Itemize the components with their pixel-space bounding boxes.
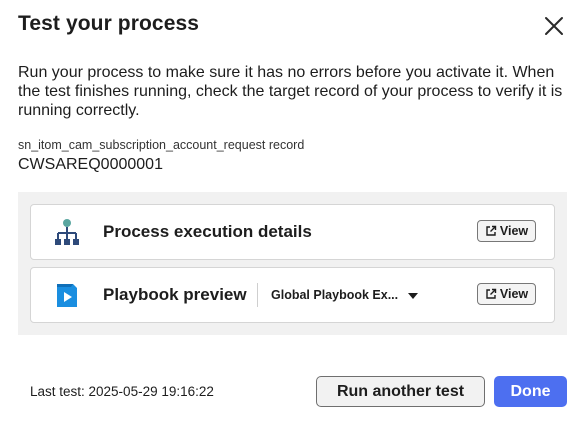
run-another-test-button[interactable]: Run another test	[316, 376, 485, 407]
target-record-label: sn_itom_cam_subscription_account_request…	[18, 138, 305, 152]
dialog-description: Run your process to make sure it has no …	[18, 64, 563, 119]
view-playbook-button[interactable]: View	[477, 283, 536, 305]
view-process-execution-button[interactable]: View	[477, 220, 536, 242]
process-execution-card: Process execution details View	[30, 204, 555, 260]
playbook-preview-card: Playbook preview Global Playbook Ex... V…	[30, 267, 555, 323]
last-test-timestamp: Last test: 2025-05-29 19:16:22	[30, 384, 214, 399]
hierarchy-icon	[55, 219, 79, 245]
view-label: View	[499, 224, 529, 238]
external-link-icon	[486, 225, 497, 236]
card-divider	[257, 283, 258, 307]
playbook-preview-title: Playbook preview	[103, 285, 247, 304]
close-icon	[545, 17, 563, 35]
external-link-icon	[486, 288, 497, 299]
close-button[interactable]	[542, 14, 566, 38]
chevron-down-icon	[408, 292, 419, 299]
dialog-title: Test your process	[18, 12, 200, 35]
results-panel: Process execution details View Playbook …	[18, 192, 567, 335]
process-execution-title: Process execution details	[103, 222, 312, 241]
playbook-icon	[57, 284, 77, 307]
target-record-value: CWSAREQ0000001	[18, 156, 163, 173]
playbook-select[interactable]: Global Playbook Ex...	[271, 288, 419, 302]
done-button[interactable]: Done	[494, 376, 567, 407]
playbook-select-value: Global Playbook Ex...	[271, 288, 399, 302]
view-label: View	[499, 287, 529, 301]
